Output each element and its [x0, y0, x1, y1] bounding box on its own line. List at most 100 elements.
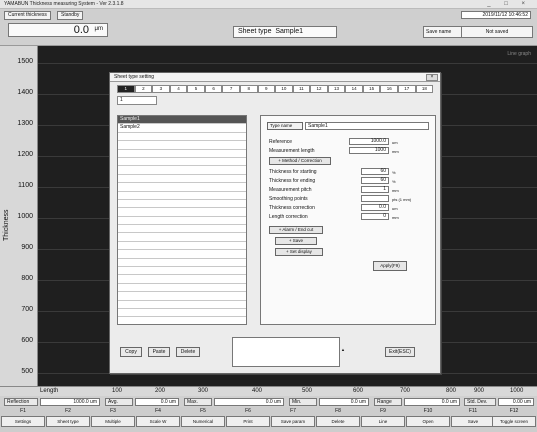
save-settings-button[interactable]: + Save — [275, 237, 317, 245]
sheet-type-value: Sample1 — [275, 28, 303, 35]
sheet-tab[interactable]: 4 — [169, 85, 188, 93]
thickness-ending-field[interactable]: 60 — [361, 177, 389, 184]
list-item[interactable] — [118, 301, 246, 309]
list-item[interactable] — [118, 175, 246, 184]
list-item[interactable] — [118, 267, 246, 276]
sheet-tab[interactable]: 14 — [345, 85, 363, 93]
fkey-number: F10 — [423, 408, 433, 414]
measurement-pitch-field[interactable]: 1 — [361, 186, 389, 193]
sheet-tab[interactable]: 10 — [275, 85, 293, 93]
scale-button[interactable]: Scale W — [136, 416, 180, 427]
alarm-end-cut-button[interactable]: + Alarm / End cut — [269, 226, 323, 234]
list-item[interactable] — [118, 292, 246, 301]
list-item[interactable] — [118, 217, 246, 226]
toggle-screen-button[interactable]: Toggle screen — [492, 416, 536, 427]
list-item[interactable] — [118, 166, 246, 175]
sheet-tab[interactable]: 13 — [327, 85, 346, 93]
sheet-type-setting-dialog: Sheet type setting × 1 2 3 4 5 6 7 8 9 1… — [109, 72, 441, 374]
sheet-tab[interactable]: 17 — [398, 85, 416, 93]
memo-box[interactable] — [232, 337, 340, 367]
paste-button[interactable]: Paste — [148, 347, 170, 357]
sheet-tab[interactable]: 2 — [134, 85, 153, 93]
thickness-value: 0.0 — [73, 24, 89, 36]
sheet-tab[interactable]: 16 — [380, 85, 398, 93]
list-item[interactable] — [118, 225, 246, 234]
sheet-tab[interactable]: 1 — [117, 85, 135, 93]
sheet-type-button[interactable]: Sheet type — [46, 416, 90, 427]
settings-button[interactable]: Settings — [1, 416, 45, 427]
range-value: 0.0 um — [404, 398, 460, 406]
max-value: 0.0 um — [214, 398, 284, 406]
sheet-tab[interactable]: 5 — [187, 85, 205, 93]
exit-button[interactable]: Exit(ESC) — [385, 347, 415, 357]
thickness-starting-field[interactable]: 60 — [361, 168, 389, 175]
multiple-button[interactable]: Multiple — [91, 416, 135, 427]
x-tick: 900 — [474, 388, 485, 394]
fkey-number: F8 — [335, 408, 341, 414]
fkey-f4: F4 Scale W — [136, 408, 180, 430]
line-button[interactable]: Line — [361, 416, 405, 427]
sheet-tab[interactable]: 3 — [152, 85, 170, 93]
save-button[interactable]: Save — [451, 416, 495, 427]
list-item[interactable] — [118, 150, 246, 158]
list-item[interactable] — [118, 250, 246, 259]
list-item[interactable]: Sample2 — [118, 124, 246, 133]
thickness-unit: μm — [94, 26, 103, 32]
method-correction-button[interactable]: + Method / Correction — [269, 157, 331, 165]
sheet-tab[interactable]: 11 — [292, 85, 311, 93]
x-tick: 700 — [400, 388, 411, 394]
save-param-button[interactable]: Save param — [271, 416, 315, 427]
reference-field[interactable]: 1000.0 — [349, 138, 389, 145]
thickness-correction-field[interactable]: 0.0 — [361, 204, 389, 211]
length-correction-field[interactable]: 0 — [361, 213, 389, 220]
sheet-tab[interactable]: 15 — [362, 85, 381, 93]
sheet-tab[interactable]: 12 — [310, 85, 328, 93]
list-item[interactable] — [118, 275, 246, 284]
tab-standby[interactable]: Standby — [57, 11, 84, 20]
delete-button[interactable]: Delete — [316, 416, 360, 427]
sheet-tab[interactable]: 6 — [204, 85, 223, 93]
thickness-starting-label: Thickness for starting — [269, 169, 317, 175]
reference-label: Reference — [269, 139, 293, 145]
list-item[interactable] — [118, 183, 246, 192]
sheet-number-field[interactable]: 1 — [117, 96, 157, 105]
list-item[interactable] — [118, 259, 246, 268]
open-button[interactable]: Open — [406, 416, 450, 427]
list-item[interactable] — [118, 192, 246, 200]
list-item[interactable] — [118, 233, 246, 242]
tab-current-thickness[interactable]: Current thickness — [4, 11, 51, 20]
print-button[interactable]: Print — [226, 416, 270, 427]
copy-button[interactable]: Copy — [120, 347, 142, 357]
fkey-number: F7 — [290, 408, 296, 414]
list-item[interactable] — [118, 141, 246, 150]
window-controls[interactable]: _ □ × — [487, 1, 531, 7]
list-item[interactable] — [118, 133, 246, 142]
list-item[interactable] — [118, 158, 246, 167]
length-correction-unit: mm — [392, 215, 399, 220]
smoothing-points-field[interactable] — [361, 195, 389, 202]
apply-button[interactable]: Apply(F9) — [373, 261, 407, 271]
list-item[interactable] — [118, 309, 246, 318]
sheet-tab[interactable]: 7 — [222, 85, 240, 93]
reflection-value: 1000.0 um — [40, 398, 100, 406]
thickness-ending-unit: % — [392, 179, 396, 184]
list-item[interactable] — [118, 208, 246, 217]
sheet-type-list[interactable]: Sample1 Sample2 — [117, 115, 247, 325]
delete-type-button[interactable]: Delete — [176, 347, 200, 357]
list-item[interactable] — [118, 284, 246, 293]
numerical-button[interactable]: Numerical — [181, 416, 225, 427]
close-icon[interactable]: × — [426, 74, 438, 81]
list-item[interactable] — [118, 200, 246, 209]
set-display-button[interactable]: + Set display — [275, 248, 323, 256]
memo-scroll-arrows[interactable]: ▲ — [341, 337, 345, 363]
header-row: 0.0 μm Sheet type Sample1 Save name Not … — [0, 20, 537, 46]
y-tick: 1500 — [17, 58, 33, 65]
list-item[interactable] — [118, 242, 246, 251]
type-name-field[interactable]: Sample1 — [305, 122, 429, 130]
sheet-tab[interactable]: 18 — [415, 85, 434, 93]
sheet-type-display: Sheet type Sample1 — [233, 26, 337, 38]
measurement-length-field[interactable]: 1000 — [349, 147, 389, 154]
list-item[interactable]: Sample1 — [118, 116, 246, 125]
sheet-tab[interactable]: 8 — [239, 85, 258, 93]
sheet-tab[interactable]: 9 — [257, 85, 276, 93]
